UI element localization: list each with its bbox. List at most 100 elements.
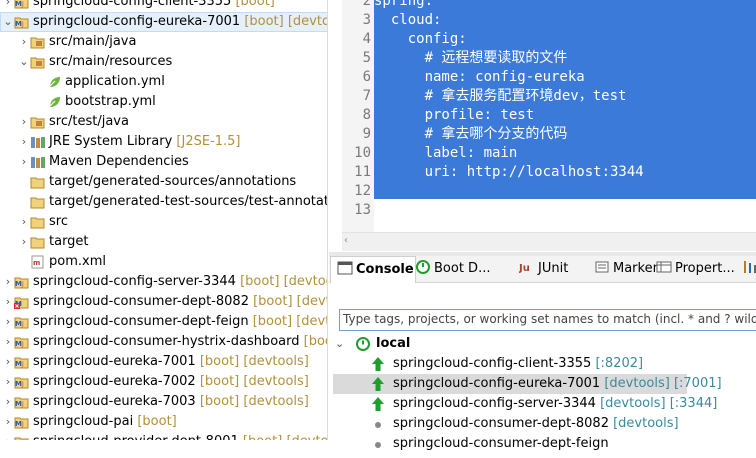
tree-item-name: target	[49, 234, 89, 249]
line-number-gutter: 2 3 4 5 6 7 8 9 10 11 12 13	[342, 0, 374, 232]
tree-item[interactable]: › target	[0, 232, 328, 252]
collapse-chevron-icon[interactable]: ⌄	[18, 52, 30, 72]
tree-item[interactable]: › src/test/java	[0, 112, 328, 132]
tab-junit[interactable]: Ju JUnit	[513, 256, 589, 282]
collapse-icon[interactable]: ⌄	[335, 334, 344, 354]
boot-app-name: springcloud-config-client-3355	[393, 356, 592, 371]
tab-console[interactable]: Console	[330, 256, 416, 283]
tree-item-name: src/main/resources	[49, 54, 173, 69]
tree-item-name: src	[49, 214, 68, 229]
tree-item-decoration: [boot] [devtools]	[199, 374, 309, 389]
tree-item[interactable]: application.yml	[0, 72, 328, 92]
tree-item-name: src/test/java	[49, 114, 129, 129]
tree-item[interactable]: target/generated-sources/annotations	[0, 172, 328, 192]
expand-chevron-icon[interactable]: ›	[18, 232, 30, 252]
expand-chevron-icon[interactable]: ›	[2, 432, 14, 440]
code-line[interactable]: cloud:	[374, 11, 442, 30]
expand-chevron-icon[interactable]: ›	[2, 332, 14, 352]
expand-chevron-icon[interactable]: ›	[18, 152, 30, 172]
project-icon: MJ	[14, 335, 30, 349]
tree-item[interactable]: › M Jspringcloud-config-server-3344 [boot]…	[0, 272, 328, 292]
tree-item[interactable]: › Maven Dependencies	[0, 152, 328, 172]
tree-item-decoration: [boot] [devtools]	[199, 354, 309, 369]
svg-text:M: M	[15, 380, 22, 388]
expand-chevron-icon[interactable]: ›	[2, 372, 14, 392]
svg-text:m: m	[33, 259, 40, 267]
collapse-chevron-icon[interactable]: ⌄	[2, 12, 14, 32]
code-line[interactable]: config:	[374, 30, 467, 49]
svg-text:J: J	[21, 321, 24, 328]
tree-item[interactable]: › M Jspringcloud-consumer-dept-feign [boot…	[0, 312, 328, 332]
code-line[interactable]: # 拿去服务配置环境dev，test	[374, 87, 627, 106]
tree-item[interactable]: › M Jspringcloud-eureka-7001 [boot] [devto…	[0, 352, 328, 372]
code-line[interactable]: name: config-eureka	[374, 68, 585, 87]
tree-item[interactable]: ›Mspringcloud-consumer-dept-8082 [boot] …	[0, 292, 328, 312]
tree-item-label: springcloud-config-eureka-7001 [boot] [d…	[33, 12, 328, 32]
tree-item[interactable]: › M Jspringcloud-consumer-hystrix-dashboar…	[0, 332, 328, 352]
tree-item-name: springcloud-eureka-7003	[33, 394, 196, 409]
scroll-left-icon[interactable]: ‹	[344, 235, 348, 246]
tree-item[interactable]: › src	[0, 212, 328, 232]
tree-item-label: target	[49, 232, 89, 252]
expand-chevron-icon[interactable]: ›	[18, 132, 30, 152]
expand-chevron-icon[interactable]: ›	[2, 0, 14, 12]
expand-chevron-icon[interactable]: ›	[2, 292, 14, 312]
tree-item[interactable]: › src/main/java	[0, 32, 328, 52]
expand-chevron-icon[interactable]: ›	[2, 312, 14, 332]
boot-dashboard-filter[interactable]	[339, 309, 756, 331]
project-icon: MJ	[14, 0, 30, 9]
yaml-editor[interactable]: 2 3 4 5 6 7 8 9 10 11 12 13 spring: cloud: config: …	[329, 0, 756, 252]
tree-item[interactable]: › M Jspringcloud-eureka-7003 [boot] [devto…	[0, 392, 328, 412]
tree-item[interactable]: m pom.xml	[0, 252, 328, 272]
expand-chevron-icon[interactable]: ›	[2, 392, 14, 412]
tree-item[interactable]: bootstrap.yml	[0, 92, 328, 112]
tab-propert[interactable]: Propert...	[650, 256, 738, 282]
boot-app-row[interactable]: springcloud-config-eureka-7001 [devtools…	[333, 374, 722, 394]
tab-more-views[interactable]	[735, 256, 756, 282]
code-line[interactable]: # 拿去哪个分支的代码	[374, 125, 568, 144]
tree-item-decoration: [boot] [devtools	[252, 314, 328, 329]
tree-item[interactable]: ›MJspringcloud-provider-dept-8001 [boot]…	[0, 432, 328, 440]
tree-item[interactable]: › M Jspringcloud-eureka-7002 [boot] [devto…	[0, 372, 328, 392]
expand-chevron-icon[interactable]: ›	[18, 32, 30, 52]
source-folder-icon	[30, 115, 46, 129]
tree-item-label: springcloud-consumer-dept-feign [boot] […	[33, 312, 328, 332]
tree-item[interactable]: › M Jspringcloud-pai [boot]	[0, 412, 328, 432]
tree-item[interactable]: target/generated-test-sources/test-annot…	[0, 192, 328, 212]
tree-item[interactable]: ⌄ M Jspringcloud-config-eureka-7001 [boot]…	[0, 12, 328, 32]
code-line[interactable]: uri: http://localhost:3344	[374, 163, 644, 182]
tree-item-name: target/generated-test-sources/test-annot…	[49, 194, 328, 209]
expand-chevron-icon[interactable]: ›	[2, 352, 14, 372]
tree-item-name: springcloud-config-eureka-7001	[33, 14, 241, 29]
tree-item-label: pom.xml	[49, 252, 106, 272]
project-tree: › M Jspringcloud-config-client-3355 [boot]…	[0, 0, 328, 440]
tree-item-decoration: [boot] [devtools]	[244, 14, 328, 29]
markers-icon	[594, 258, 610, 273]
code-line[interactable]: # 远程想要读取的文件	[374, 49, 568, 68]
tree-item-name: springcloud-eureka-7002	[33, 374, 196, 389]
folder-icon	[30, 175, 46, 189]
code-line[interactable]: profile: test	[374, 106, 535, 125]
horizontal-scrollbar[interactable]: ‹	[342, 232, 756, 251]
svg-text:M: M	[15, 400, 22, 408]
boot-app-name: springcloud-consumer-dept-8082	[393, 416, 609, 431]
tab-boot-d[interactable]: Boot D...	[409, 256, 515, 282]
tree-item-name: application.yml	[65, 74, 165, 89]
expand-chevron-icon[interactable]: ›	[2, 412, 14, 432]
tree-item[interactable]: › M Jspringcloud-config-client-3355 [boot]	[0, 0, 328, 12]
expand-chevron-icon[interactable]: ›	[18, 112, 30, 132]
line-number: 8	[362, 107, 371, 123]
expand-chevron-icon[interactable]: ›	[2, 272, 14, 292]
code-line[interactable]: label: main	[374, 144, 518, 163]
tab-markers[interactable]: Markers	[588, 256, 665, 282]
more-views-icon	[741, 258, 756, 273]
tree-item-name: springcloud-pai	[33, 414, 134, 429]
tree-item-label: springcloud-provider-dept-8001 [boot] [d…	[33, 432, 328, 440]
tree-item[interactable]: ⌄ src/main/resources	[0, 52, 328, 72]
expand-chevron-icon[interactable]: ›	[18, 212, 30, 232]
tree-item[interactable]: › JRE System Library [J2SE-1.5]	[0, 132, 328, 152]
svg-text:J: J	[21, 341, 24, 348]
folder-icon	[30, 235, 46, 249]
code-line[interactable]: spring:	[374, 0, 433, 11]
filter-input[interactable]	[340, 310, 756, 328]
